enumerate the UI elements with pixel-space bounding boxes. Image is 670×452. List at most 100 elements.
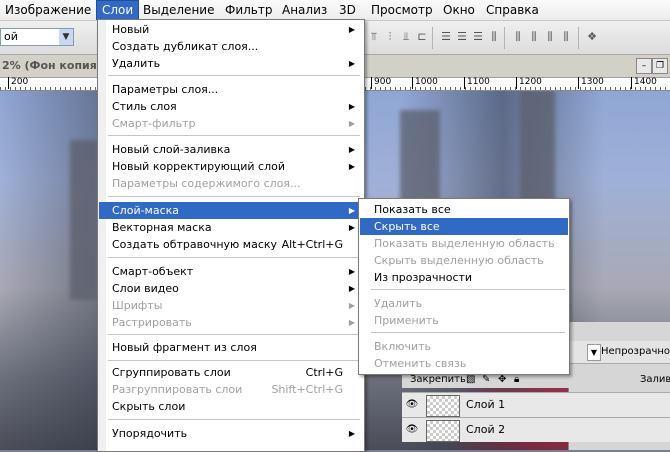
menu-item-new[interactable]: Новый ▶: [99, 21, 363, 38]
distribute-top-icon[interactable]: ☰: [440, 31, 452, 43]
menu-separator: [108, 75, 360, 76]
ruler-label: 1100: [464, 77, 490, 89]
menu-image[interactable]: Изображение: [0, 0, 96, 20]
submenu-item-reveal-all[interactable]: Показать все: [360, 201, 568, 218]
distribute-hcenter-icon[interactable]: ⫼: [512, 31, 524, 43]
menu-item-layer-mask[interactable]: Слой-маска ▶: [99, 202, 363, 219]
menu-item-label: Смарт-объект: [112, 265, 194, 278]
menu-window[interactable]: Окно: [438, 0, 480, 20]
menu-separator: [108, 360, 360, 361]
layer-row[interactable]: 👁︎ Слой 2: [402, 417, 670, 442]
menu-item-label: Слои видео: [112, 282, 179, 295]
menu-separator: [108, 135, 360, 136]
menu-item-layer-properties[interactable]: Параметры слоя...: [99, 81, 363, 98]
submenu-item-reveal-selection: Показать выделенную область: [360, 235, 568, 252]
minimize-icon[interactable]: –: [636, 58, 652, 74]
menu-item-arrange[interactable]: Упорядочить ▶: [99, 425, 363, 442]
submenu-arrow-icon: ▶: [348, 206, 355, 215]
ruler-label: 900: [371, 77, 391, 89]
submenu-item-hide-all[interactable]: Скрыть все: [360, 218, 568, 235]
distribute-horizontal-icon[interactable]: ⫼: [544, 31, 556, 43]
chevron-down-icon[interactable]: ▼: [587, 344, 601, 361]
align-bottom-icon[interactable]: ⫫: [400, 31, 412, 43]
align-top-icon[interactable]: ⫪: [368, 31, 380, 43]
menu-item-label: Скрыть слои: [112, 400, 186, 413]
menu-analysis[interactable]: Анализ: [277, 0, 332, 20]
menu-bar: Изображение Слои Выделение Фильтр Анализ…: [0, 0, 670, 21]
layer-name[interactable]: Слой 1: [466, 397, 505, 413]
chevron-down-icon[interactable]: ▼: [59, 29, 73, 45]
submenu-arrow-icon: ▶: [348, 267, 355, 276]
menu-separator: [371, 289, 565, 290]
align-left-icon[interactable]: ⊏: [416, 31, 428, 43]
menu-item-smart-filter: Смарт-фильтр ▶: [99, 115, 363, 132]
align-vcenter-icon[interactable]: ⫶: [384, 31, 396, 43]
distribute-vcenter-icon[interactable]: ☰: [456, 31, 468, 43]
menu-item-duplicate[interactable]: Создать дубликат слоя...: [99, 38, 363, 55]
layer-mask-submenu: Показать все Скрыть все Показать выделен…: [358, 198, 570, 375]
menu-item-label: Скрыть все: [374, 220, 440, 233]
combo-value: ой: [4, 30, 18, 43]
eye-icon[interactable]: 👁︎: [404, 422, 420, 438]
menu-item-label: Упорядочить: [112, 427, 188, 440]
menu-help[interactable]: Справка: [481, 0, 544, 20]
menu-item-layer-style[interactable]: Стиль слоя ▶: [99, 98, 363, 115]
menu-separator: [108, 419, 360, 420]
menu-item-group-layers[interactable]: Сгруппировать слои Ctrl+G: [99, 364, 363, 381]
layer-row[interactable]: 👁︎ Слой 1: [402, 392, 670, 417]
menu-item-label: Отменить связь: [374, 357, 467, 370]
menu-item-label: Показать выделенную область: [374, 237, 555, 250]
submenu-item-enable: Включить: [360, 338, 568, 355]
submenu-arrow-icon: ▶: [348, 59, 355, 68]
menu-item-shortcut: Ctrl+G: [305, 366, 343, 379]
menu-item-label: Новый слой-заливка: [112, 143, 231, 156]
menu-item-ungroup-layers: Разгруппировать слои Shift+Ctrl+G: [99, 381, 363, 398]
submenu-item-apply: Применить: [360, 312, 568, 329]
distribute-vertical-icon[interactable]: ⫼: [560, 31, 572, 43]
tool-preset-combo[interactable]: ой ▼: [0, 28, 74, 46]
ruler-label: 1200: [516, 77, 542, 89]
toolbar-separator: [432, 27, 433, 49]
submenu-arrow-icon: ▶: [348, 102, 355, 111]
menu-item-video-layers[interactable]: Слои видео ▶: [99, 280, 363, 297]
submenu-arrow-icon: ▶: [348, 318, 355, 327]
menu-filter[interactable]: Фильтр: [220, 0, 277, 20]
menu-layers[interactable]: Слои: [96, 0, 140, 20]
eye-icon[interactable]: 👁︎: [404, 397, 420, 413]
menu-item-label: Растрировать: [112, 316, 192, 329]
layer-thumbnail: [426, 395, 460, 417]
menu-item-new-slice-from-layer[interactable]: Новый фрагмент из слоя: [99, 339, 363, 356]
submenu-item-hide-selection: Скрыть выделенную область: [360, 252, 568, 269]
menu-item-label: Создать обтравочную маску: [112, 238, 278, 251]
distribute-bottom-icon[interactable]: ☰: [472, 31, 484, 43]
menu-item-rasterize: Растрировать ▶: [99, 314, 363, 331]
menu-separator: [108, 196, 360, 197]
layer-thumbnail: [426, 420, 460, 442]
menu-item-label: Удалить: [374, 297, 423, 310]
menu-item-smart-object[interactable]: Смарт-объект ▶: [99, 263, 363, 280]
ruler-label: 200: [8, 77, 28, 89]
menu-item-create-clipping-mask[interactable]: Создать обтравочную маску Alt+Ctrl+G: [99, 236, 363, 253]
restore-icon[interactable]: ❐: [652, 58, 668, 74]
menu-view[interactable]: Просмотр: [366, 0, 438, 20]
distribute-left-icon[interactable]: ⫼: [488, 31, 500, 43]
menu-item-new-adjustment-layer[interactable]: Новый корректирующий слой ▶: [99, 158, 363, 175]
auto-align-icon[interactable]: ❖: [586, 31, 598, 43]
submenu-arrow-icon: ▶: [348, 301, 355, 310]
menu-item-label: Удалить: [112, 57, 161, 70]
menu-item-label: Новый корректирующий слой: [112, 160, 285, 173]
menu-select[interactable]: Выделение: [138, 0, 219, 20]
distribute-right-icon[interactable]: ⫼: [528, 31, 540, 43]
menu-item-type: Шрифты ▶: [99, 297, 363, 314]
menu-separator: [108, 257, 360, 258]
menu-item-new-fill-layer[interactable]: Новый слой-заливка ▶: [99, 141, 363, 158]
menu-3d[interactable]: 3D: [334, 0, 361, 20]
menu-item-vector-mask[interactable]: Векторная маска ▶: [99, 219, 363, 236]
menu-item-delete[interactable]: Удалить ▶: [99, 55, 363, 72]
layer-name[interactable]: Слой 2: [466, 422, 505, 438]
submenu-item-from-transparency[interactable]: Из прозрачности: [360, 269, 568, 286]
menu-item-label: Параметры слоя...: [112, 83, 219, 96]
ruler-label: 1400: [631, 77, 657, 89]
menu-item-hide-layers[interactable]: Скрыть слои: [99, 398, 363, 415]
fill-label: Залив: [640, 374, 670, 385]
